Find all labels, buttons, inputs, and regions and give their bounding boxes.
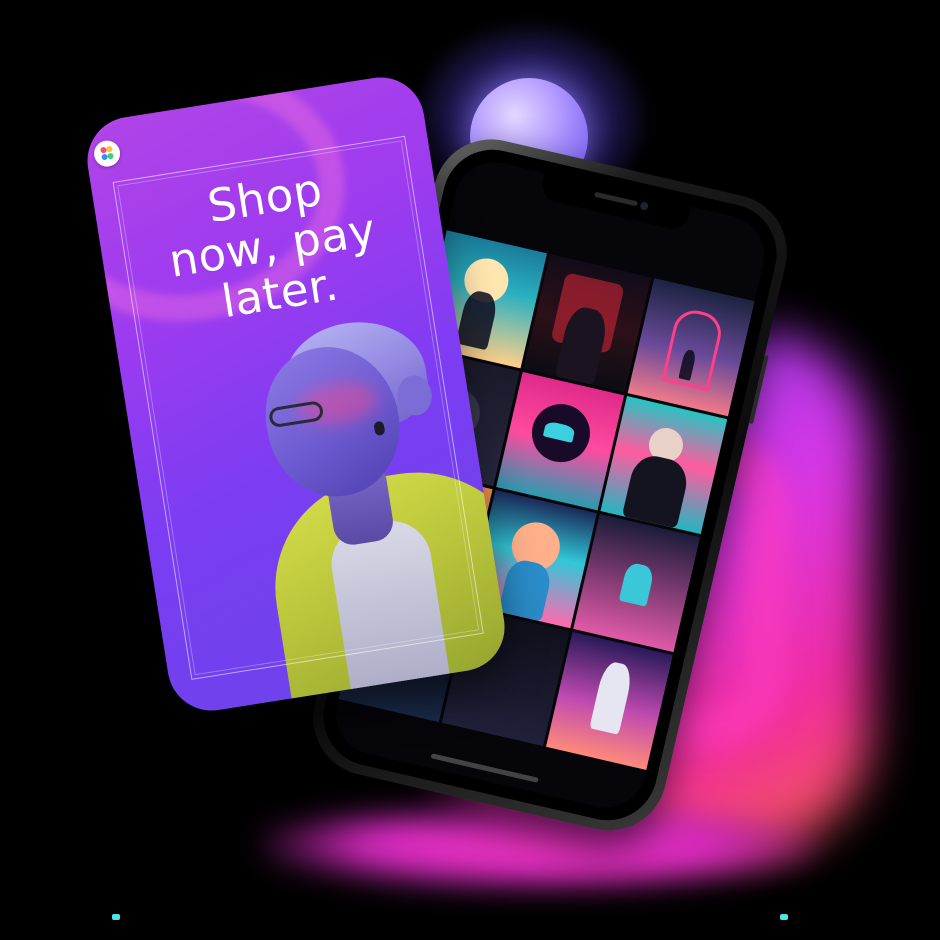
speaker-grille [594, 191, 639, 207]
phone-notch [539, 172, 692, 232]
poster-tile-6[interactable] [600, 395, 728, 535]
poster-tile-12[interactable] [545, 631, 673, 770]
front-camera-icon [639, 201, 649, 211]
sparkle-left [112, 914, 120, 920]
home-indicator[interactable] [430, 753, 539, 783]
hero-illustration: Shop now, pay later. [0, 0, 940, 940]
poster-tile-3[interactable] [627, 278, 755, 417]
sparkle-right [780, 914, 788, 920]
poster-tile-9[interactable] [572, 513, 701, 653]
